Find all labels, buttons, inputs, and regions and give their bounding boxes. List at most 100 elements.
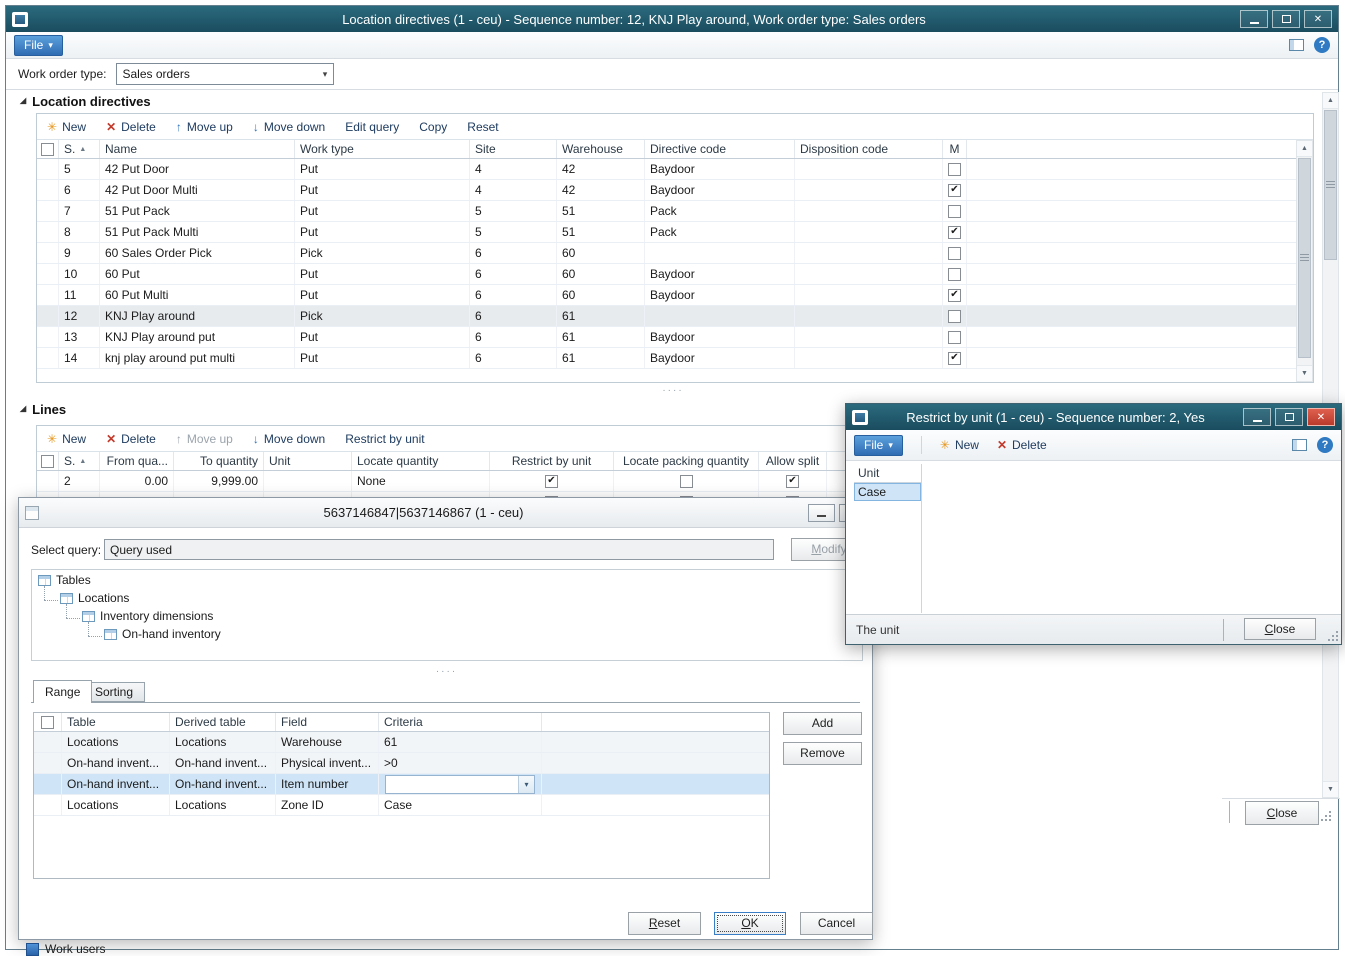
cell-table[interactable]: On-hand invent... — [62, 774, 170, 794]
table-row[interactable]: Case — [854, 483, 921, 501]
table-row[interactable]: 542 Put DoorPut442Baydoor — [37, 159, 1296, 180]
help-icon[interactable]: ? — [1317, 437, 1333, 453]
cell-field[interactable]: Physical invent... — [276, 753, 379, 773]
cell-name[interactable]: 60 Put Multi — [100, 285, 295, 305]
tab-range[interactable]: Range — [33, 680, 92, 703]
cell-warehouse[interactable]: 61 — [557, 348, 645, 368]
cell-sel[interactable] — [37, 180, 59, 200]
tree-item-locations[interactable]: Locations — [60, 591, 129, 605]
cell-site[interactable]: 6 — [470, 264, 557, 284]
cell-seq[interactable]: 5 — [59, 159, 100, 179]
minimize-button[interactable] — [808, 504, 835, 522]
scrollbar-thumb[interactable] — [1298, 158, 1311, 358]
column-header-seq[interactable]: S.▲ — [59, 140, 100, 158]
cell-seq[interactable]: 6 — [59, 180, 100, 200]
column-header-disposition_code[interactable]: Disposition code — [795, 140, 943, 158]
cell-sel[interactable] — [37, 348, 59, 368]
checkbox[interactable]: ✔ — [948, 289, 961, 302]
column-header-allow_split[interactable]: Allow split — [759, 452, 827, 470]
cell-work_type[interactable]: Put — [295, 348, 470, 368]
cell-disposition_code[interactable] — [795, 285, 943, 305]
criteria-combobox[interactable]: ▾ — [385, 775, 535, 794]
cell-sel[interactable] — [37, 285, 59, 305]
minimize-button[interactable] — [1243, 408, 1271, 426]
cell-directive_code[interactable]: Baydoor — [645, 285, 795, 305]
cell-m[interactable] — [943, 159, 967, 179]
cell-work_type[interactable]: Put — [295, 327, 470, 347]
column-header-site[interactable]: Site — [470, 140, 557, 158]
checkbox[interactable]: ✔ — [786, 475, 799, 488]
checkbox[interactable]: ✔ — [948, 226, 961, 239]
tree-item-inventory-dimensions[interactable]: Inventory dimensions — [82, 609, 213, 623]
cell-directive_code[interactable]: Pack — [645, 222, 795, 242]
column-header-from_qty[interactable]: From qua... — [100, 452, 174, 470]
main-titlebar[interactable]: Location directives (1 - ceu) - Sequence… — [6, 6, 1338, 32]
cell-work_type[interactable]: Pick — [295, 306, 470, 326]
help-icon[interactable]: ? — [1314, 37, 1330, 53]
cell-criteria[interactable]: 61 — [379, 732, 542, 752]
splitter-handle[interactable]: ···· — [19, 668, 874, 676]
column-header-sel[interactable] — [34, 713, 62, 731]
cell-name[interactable]: 42 Put Door — [100, 159, 295, 179]
cell-m[interactable] — [943, 306, 967, 326]
cell-warehouse[interactable]: 61 — [557, 306, 645, 326]
column-header-derived[interactable]: Derived table — [170, 713, 276, 731]
checkbox[interactable] — [948, 331, 961, 344]
cell-name[interactable]: 42 Put Door Multi — [100, 180, 295, 200]
cell-from_qty[interactable]: 0.00 — [100, 471, 174, 491]
tree-item-tables[interactable]: Tables — [38, 573, 91, 587]
splitter-handle[interactable]: ···· — [6, 387, 1340, 395]
background-close-button[interactable]: Close — [1245, 801, 1319, 825]
select-query-input[interactable]: Query used — [104, 539, 774, 560]
column-header-warehouse[interactable]: Warehouse — [557, 140, 645, 158]
checkbox[interactable] — [948, 268, 961, 281]
cell-m[interactable]: ✔ — [943, 285, 967, 305]
move-down-button[interactable]: ↓Move down — [253, 432, 325, 446]
cell-disposition_code[interactable] — [795, 159, 943, 179]
reset-button[interactable]: Reset — [628, 912, 701, 935]
cell-table[interactable]: Locations — [62, 795, 170, 815]
cell-seq[interactable]: 12 — [59, 306, 100, 326]
cell-filler[interactable] — [542, 732, 769, 752]
checkbox[interactable] — [948, 205, 961, 218]
cell-locate_packing[interactable] — [614, 471, 759, 491]
cell-sel[interactable] — [34, 795, 62, 815]
cell-disposition_code[interactable] — [795, 243, 943, 263]
cell-directive_code[interactable] — [645, 306, 795, 326]
cell-seq[interactable]: 8 — [59, 222, 100, 242]
cell-filler[interactable] — [967, 264, 1296, 284]
cell-name[interactable]: 60 Sales Order Pick — [100, 243, 295, 263]
cell-warehouse[interactable]: 42 — [557, 159, 645, 179]
column-header-seq[interactable]: S.▲ — [59, 452, 100, 470]
close-button[interactable]: ✕ — [1307, 408, 1335, 426]
cell-filler[interactable] — [967, 285, 1296, 305]
maximize-button[interactable] — [1275, 408, 1303, 426]
checkbox[interactable] — [948, 310, 961, 323]
checkbox[interactable]: ✔ — [948, 352, 961, 365]
cell-seq[interactable]: 2 — [59, 471, 100, 491]
column-header-work_type[interactable]: Work type — [295, 140, 470, 158]
cell-seq[interactable]: 13 — [59, 327, 100, 347]
edit-query-button[interactable]: Edit query — [345, 120, 399, 134]
cell-sel[interactable] — [37, 159, 59, 179]
cell-work_type[interactable]: Put — [295, 201, 470, 221]
cell-filler[interactable] — [967, 306, 1296, 326]
cancel-button[interactable]: Cancel — [800, 912, 873, 935]
cell-site[interactable]: 6 — [470, 348, 557, 368]
checkbox[interactable]: ✔ — [545, 475, 558, 488]
column-header-unit[interactable]: Unit — [264, 452, 352, 470]
cell-directive_code[interactable]: Pack — [645, 201, 795, 221]
cell-disposition_code[interactable] — [795, 201, 943, 221]
caret-down-icon[interactable]: ▾ — [518, 776, 534, 793]
table-row[interactable]: 1060 PutPut660Baydoor — [37, 264, 1296, 285]
cell-filler[interactable] — [542, 795, 769, 815]
caret-down-icon[interactable]: ▾ — [316, 64, 333, 84]
cell-m[interactable] — [943, 264, 967, 284]
cell-table[interactable]: Locations — [62, 732, 170, 752]
cell-field[interactable]: Item number — [276, 774, 379, 794]
query-titlebar[interactable]: 5637146847|5637146867 (1 - ceu) — [19, 498, 872, 528]
delete-button[interactable]: ✕Delete — [106, 120, 156, 134]
cell-table[interactable]: On-hand invent... — [62, 753, 170, 773]
cell-directive_code[interactable]: Baydoor — [645, 159, 795, 179]
remove-button[interactable]: Remove — [783, 742, 862, 765]
